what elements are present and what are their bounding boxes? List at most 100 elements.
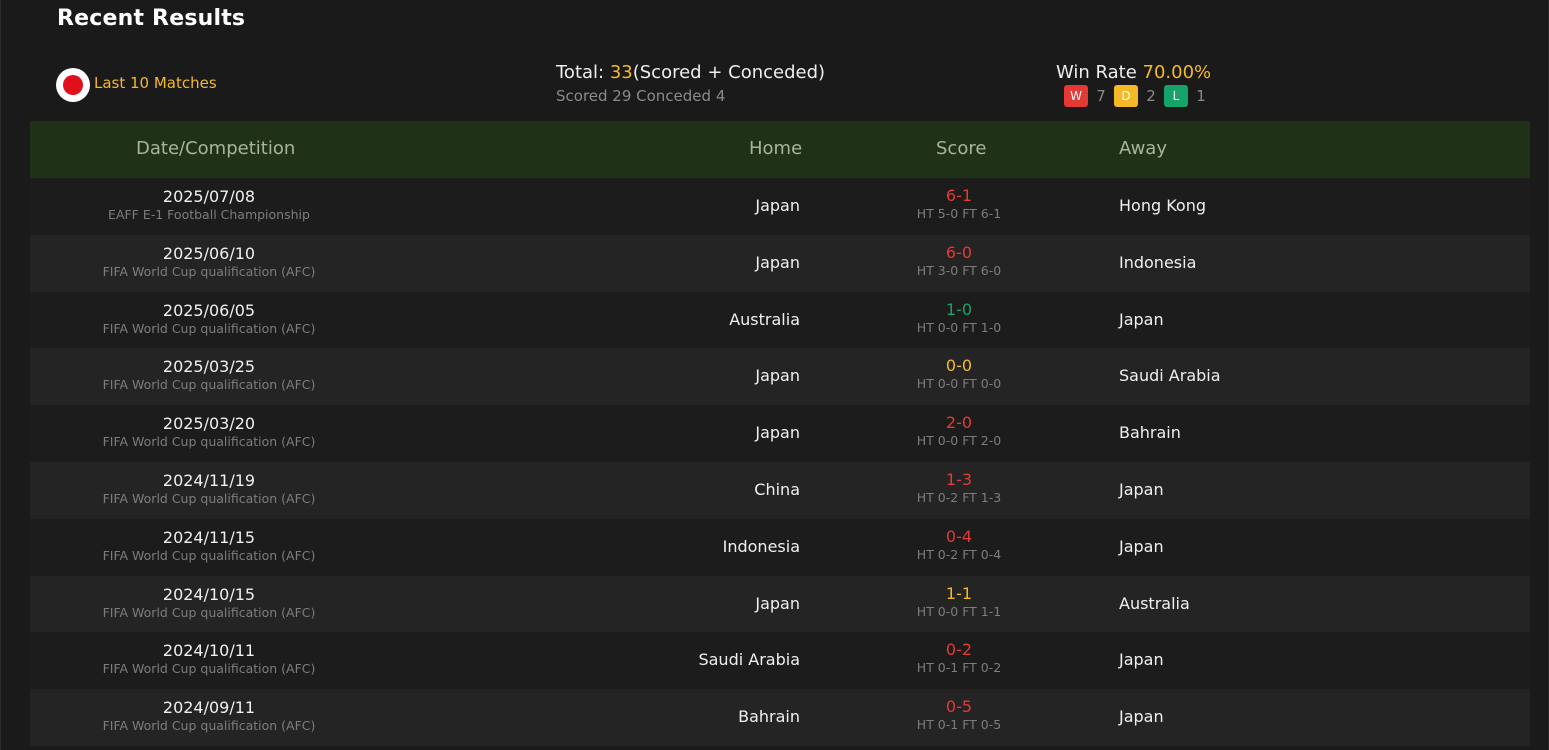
home-team[interactable]: China xyxy=(754,480,800,499)
ht-ft-score: HT 0-2 FT 0-4 xyxy=(916,546,1002,562)
score-cell[interactable]: 1-0 HT 0-0 FT 1-0 xyxy=(859,300,1059,335)
competition-name: FIFA World Cup qualification (AFC) xyxy=(102,661,316,677)
competition-name: FIFA World Cup qualification (AFC) xyxy=(102,547,316,563)
table-row[interactable]: 2025/06/05 FIFA World Cup qualification (… xyxy=(30,291,1530,349)
ht-ft-score: HT 3-0 FT 6-0 xyxy=(916,262,1002,278)
table-row[interactable]: 2025/07/08 EAFF E-1 Football Championship… xyxy=(30,178,1530,235)
ht-ft-score: HT 0-0 FT 1-1 xyxy=(916,603,1002,619)
score-cell[interactable]: 1-3 HT 0-2 FT 1-3 xyxy=(859,470,1059,505)
match-date: 2024/11/15 xyxy=(162,527,256,547)
final-score: 0-2 xyxy=(945,640,973,660)
win-badge: W xyxy=(1064,85,1088,107)
total-goals: Total: 33(Scored + Conceded) xyxy=(556,62,825,83)
win-rate: Win Rate 70.00% xyxy=(1056,62,1211,83)
date-cell: 2024/10/15 FIFA World Cup qualification (… xyxy=(30,585,388,620)
home-team[interactable]: Japan xyxy=(755,594,800,613)
scored-conceded: Scored 29 Conceded 4 xyxy=(556,87,726,105)
away-team[interactable]: Japan xyxy=(1119,650,1164,669)
ht-ft-score: HT 5-0 FT 6-1 xyxy=(916,206,1002,221)
home-team[interactable]: Indonesia xyxy=(723,537,800,556)
table-body: 2025/07/08 EAFF E-1 Football Championship… xyxy=(30,178,1530,746)
home-team[interactable]: Japan xyxy=(755,366,800,385)
competition-name: FIFA World Cup qualification (AFC) xyxy=(102,377,316,393)
score-cell[interactable]: 0-4 HT 0-2 FT 0-4 xyxy=(859,527,1059,562)
competition-name: FIFA World Cup qualification (AFC) xyxy=(102,604,316,620)
ht-ft-score: HT 0-0 FT 2-0 xyxy=(916,433,1002,449)
final-score: 1-0 xyxy=(945,299,973,319)
date-cell: 2025/07/08 EAFF E-1 Football Championship xyxy=(30,187,388,222)
competition-name: FIFA World Cup qualification (AFC) xyxy=(102,320,316,336)
away-team[interactable]: Japan xyxy=(1119,707,1164,726)
competition-name: FIFA World Cup qualification (AFC) xyxy=(102,263,316,279)
match-date: 2025/06/05 xyxy=(162,300,256,320)
ht-ft-score: HT 0-1 FT 0-2 xyxy=(916,660,1002,676)
score-cell[interactable]: 1-1 HT 0-0 FT 1-1 xyxy=(859,584,1059,619)
score-cell[interactable]: 0-0 HT 0-0 FT 0-0 xyxy=(859,356,1059,391)
ht-ft-score: HT 0-2 FT 1-3 xyxy=(916,489,1002,505)
home-team[interactable]: Saudi Arabia xyxy=(698,650,800,669)
score-cell[interactable]: 6-1 HT 5-0 FT 6-1 xyxy=(859,186,1059,221)
date-cell: 2025/06/10 FIFA World Cup qualification (… xyxy=(30,244,388,279)
away-team[interactable]: Indonesia xyxy=(1119,253,1196,272)
match-date: 2025/06/10 xyxy=(162,243,256,263)
away-team[interactable]: Bahrain xyxy=(1119,423,1181,442)
total-value: 33 xyxy=(609,62,633,83)
home-team[interactable]: Japan xyxy=(755,196,800,215)
win-rate-value: 70.00% xyxy=(1142,62,1212,83)
away-team[interactable]: Saudi Arabia xyxy=(1119,366,1221,385)
score-cell[interactable]: 0-5 HT 0-1 FT 0-5 xyxy=(859,697,1059,732)
score-cell[interactable]: 6-0 HT 3-0 FT 6-0 xyxy=(859,243,1059,278)
match-date: 2024/11/19 xyxy=(162,470,256,490)
draw-badge: D xyxy=(1114,85,1138,107)
japan-flag-icon[interactable] xyxy=(56,68,90,102)
draw-count: 2 xyxy=(1146,87,1156,105)
match-date: 2025/03/20 xyxy=(162,414,256,434)
win-rate-label: Win Rate xyxy=(1056,62,1143,83)
results-panel: Recent Results Last 10 Matches Total: 33… xyxy=(0,0,1549,750)
ht-ft-score: HT 0-0 FT 0-0 xyxy=(916,376,1002,392)
last-matches-filter[interactable]: Last 10 Matches xyxy=(94,74,217,92)
table-row[interactable]: 2025/03/20 FIFA World Cup qualification (… xyxy=(30,405,1530,462)
away-team[interactable]: Australia xyxy=(1119,594,1190,613)
score-cell[interactable]: 0-2 HT 0-1 FT 0-2 xyxy=(859,640,1059,675)
competition-name: EAFF E-1 Football Championship xyxy=(108,207,310,222)
section-title: Recent Results xyxy=(57,6,246,31)
home-team[interactable]: Japan xyxy=(755,253,800,272)
table-row[interactable]: 2024/11/19 FIFA World Cup qualification (… xyxy=(30,461,1530,519)
loss-badge: L xyxy=(1164,85,1188,107)
final-score: 1-3 xyxy=(945,469,973,489)
table-row[interactable]: 2024/10/15 FIFA World Cup qualification (… xyxy=(30,575,1530,633)
final-score: 0-5 xyxy=(945,697,973,717)
final-score: 2-0 xyxy=(945,413,973,433)
home-team[interactable]: Bahrain xyxy=(738,707,800,726)
date-cell: 2024/09/11 FIFA World Cup qualification (… xyxy=(30,698,388,733)
date-cell: 2025/06/05 FIFA World Cup qualification (… xyxy=(30,301,388,336)
home-team[interactable]: Japan xyxy=(755,423,800,442)
score-cell[interactable]: 2-0 HT 0-0 FT 2-0 xyxy=(859,413,1059,448)
win-count: 7 xyxy=(1096,87,1106,105)
away-team[interactable]: Japan xyxy=(1119,310,1164,329)
away-team[interactable]: Japan xyxy=(1119,537,1164,556)
table-row[interactable]: 2024/10/11 FIFA World Cup qualification (… xyxy=(30,632,1530,690)
wdl-summary: W 7 D 2 L 1 xyxy=(1064,85,1214,107)
final-score: 0-4 xyxy=(945,526,973,546)
away-team[interactable]: Hong Kong xyxy=(1119,196,1206,215)
match-date: 2024/10/11 xyxy=(162,641,256,661)
flag-red-disc xyxy=(63,75,83,95)
date-cell: 2025/03/25 FIFA World Cup qualification (… xyxy=(30,357,388,392)
table-header: Date/Competition Home Score Away xyxy=(30,121,1530,178)
table-row[interactable]: 2024/11/15 FIFA World Cup qualification (… xyxy=(30,518,1530,576)
competition-name: FIFA World Cup qualification (AFC) xyxy=(102,490,316,506)
header-home: Home xyxy=(749,138,803,159)
away-team[interactable]: Japan xyxy=(1119,480,1164,499)
final-score: 0-0 xyxy=(945,356,973,376)
total-label: Total: xyxy=(556,62,610,83)
final-score: 6-0 xyxy=(945,242,973,262)
loss-count: 1 xyxy=(1196,87,1206,105)
table-row[interactable]: 2025/03/25 FIFA World Cup qualification (… xyxy=(30,348,1530,406)
results-table: Date/Competition Home Score Away 2025/07… xyxy=(30,121,1530,746)
table-row[interactable]: 2024/09/11 FIFA World Cup qualification (… xyxy=(30,689,1530,746)
competition-name: FIFA World Cup qualification (AFC) xyxy=(102,718,316,734)
home-team[interactable]: Australia xyxy=(729,310,800,329)
table-row[interactable]: 2025/06/10 FIFA World Cup qualification (… xyxy=(30,234,1530,292)
